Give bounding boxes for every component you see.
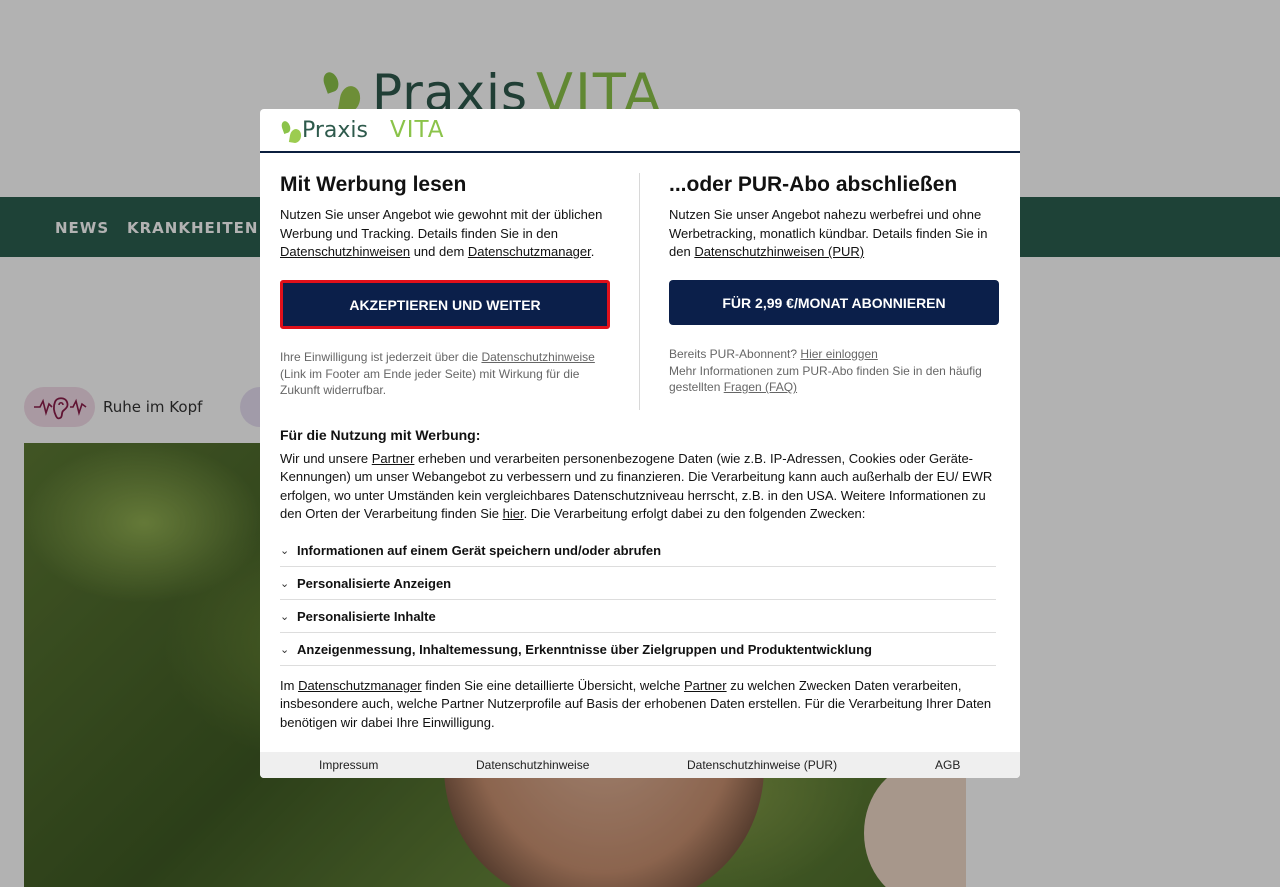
privacy-manager-link-bottom[interactable]: Datenschutzmanager [298,678,422,693]
consent-dialog: Praxis VITA Mit Werbung lesen Nutzen Sie… [260,109,1020,778]
purpose-item-store-info[interactable]: ⌄ Informationen auf einem Gerät speicher… [280,534,996,567]
faq-link[interactable]: Fragen (FAQ) [724,380,797,394]
pur-option-text: Nutzen Sie unser Angebot nahezu werbefre… [669,207,988,259]
purpose-section: Für die Nutzung mit Werbung: Wir und uns… [280,426,996,523]
ads-option-text: Nutzen Sie unser Angebot wie gewohnt mit… [280,207,603,259]
dialog-logo-vita: VITA [390,117,445,143]
accept-button[interactable]: AKZEPTIEREN UND WEITER [280,280,610,329]
column-divider [639,173,640,410]
subscribe-button[interactable]: FÜR 2,99 €/MONAT ABONNIEREN [669,280,999,325]
footer-link-privacy[interactable]: Datenschutzhinweise [476,758,589,772]
purpose-item-personalised-content[interactable]: ⌄ Personalisierte Inhalte [280,600,996,633]
chevron-down-icon: ⌄ [280,544,290,557]
purpose-item-label: Informationen auf einem Gerät speichern … [297,542,662,558]
purpose-item-label: Personalisierte Inhalte [297,608,436,624]
processing-locations-link[interactable]: hier [503,506,524,521]
privacy-manager-link[interactable]: Datenschutzmanager [468,244,591,259]
privacy-notice-link[interactable]: Datenschutzhinweisen [280,244,410,259]
purpose-item-measurement[interactable]: ⌄ Anzeigenmessung, Inhaltemessung, Erken… [280,633,996,666]
ads-option-title: Mit Werbung lesen [280,173,467,196]
dialog-logo: Praxis VITA [280,117,450,145]
purposes-accordion: ⌄ Informationen auf einem Gerät speicher… [280,534,996,666]
partner-link-bottom[interactable]: Partner [684,678,727,693]
chevron-down-icon: ⌄ [280,577,290,590]
privacy-manager-note: Im Datenschutzmanager finden Sie eine de… [280,678,992,730]
purpose-text: Wir und unsere Partner erheben und verar… [280,451,993,521]
ads-option: Mit Werbung lesen Nutzen Sie unser Angeb… [280,173,610,262]
purpose-item-personalised-ads[interactable]: ⌄ Personalisierte Anzeigen [280,567,996,600]
partner-link[interactable]: Partner [372,451,415,466]
pur-login-note: Bereits PUR-Abonnent? Hier einloggen Meh… [669,347,982,394]
pur-option-title: ...oder PUR-Abo abschließen [669,173,958,196]
leaf-icon [288,128,303,144]
purpose-item-label: Personalisierte Anzeigen [297,575,452,591]
login-link[interactable]: Hier einloggen [800,347,877,361]
chevron-down-icon: ⌄ [280,610,290,623]
footer-link-agb[interactable]: AGB [935,758,960,772]
pur-option: ...oder PUR-Abo abschließen Nutzen Sie u… [669,173,1000,262]
dialog-header: Praxis VITA [260,109,1020,153]
pur-privacy-link[interactable]: Datenschutzhinweisen (PUR) [694,244,864,259]
purpose-heading: Für die Nutzung mit Werbung: [280,427,481,443]
dialog-footer: Impressum Datenschutzhinweise Datenschut… [260,752,1020,778]
chevron-down-icon: ⌄ [280,643,290,656]
dialog-logo-praxis: Praxis [302,118,368,143]
consent-revoke-note: Ihre Einwilligung ist jederzeit über die… [280,350,595,397]
footer-link-privacy-pur[interactable]: Datenschutzhinweise (PUR) [687,758,837,772]
purpose-item-label: Anzeigenmessung, Inhaltemessung, Erkennt… [297,641,872,657]
privacy-notice-link-small[interactable]: Datenschutzhinweise [481,350,594,364]
footer-link-impressum[interactable]: Impressum [319,758,378,772]
